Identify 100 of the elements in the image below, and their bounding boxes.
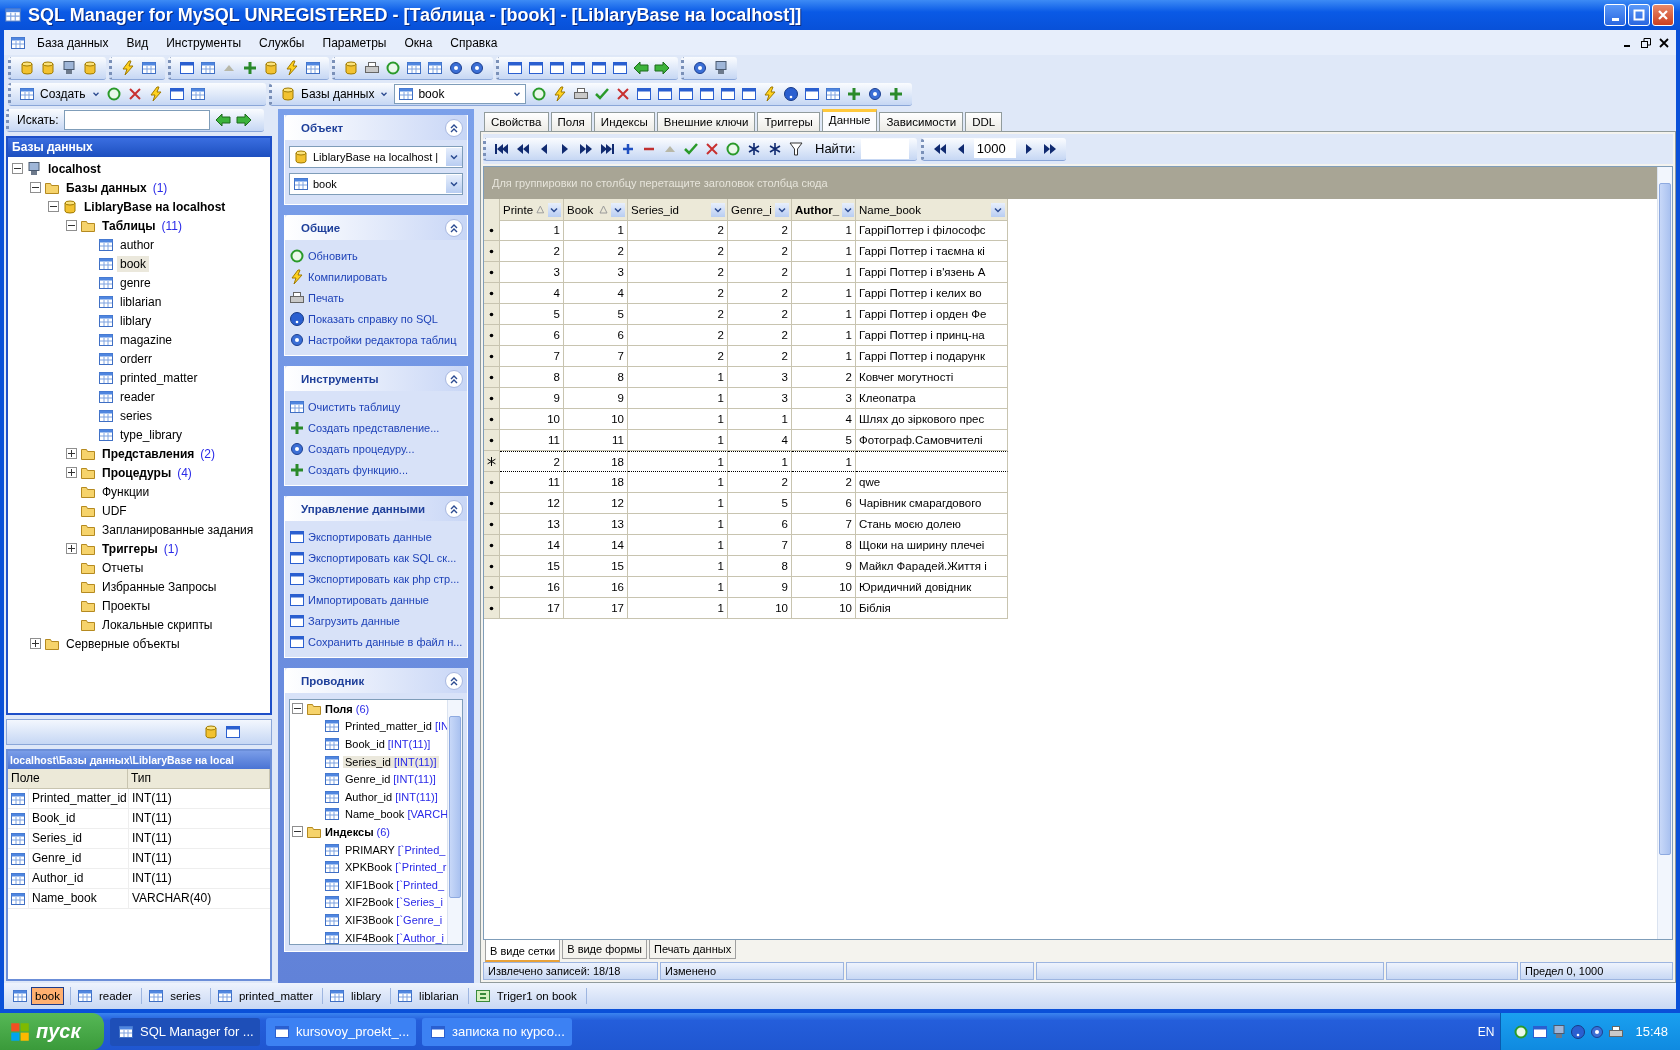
tree-item[interactable]: liblarian [117,293,165,310]
close-button[interactable] [1652,4,1674,26]
printer-icon[interactable] [573,85,590,102]
tab[interactable]: Свойства [484,112,549,131]
tab[interactable]: DDL [965,112,1003,131]
tree-item[interactable]: Представления [99,445,198,462]
tree-item[interactable]: Book_id [INT(11)] [343,738,433,750]
nav-link[interactable]: Экспортировать как SQL ск... [308,551,457,564]
tab[interactable]: В виде сетки [485,940,561,962]
window-tab[interactable]: liblary [348,988,385,1004]
column-header[interactable]: Тип [128,769,270,789]
taskbar-button[interactable]: записка по курсо... [422,1017,572,1046]
expand-toggle[interactable] [30,182,41,193]
tree-item[interactable]: magazine [117,331,176,348]
column-header[interactable]: Name_book [856,199,1008,221]
cross-icon[interactable] [126,85,143,102]
row-indicator[interactable] [484,514,500,535]
window-icon[interactable] [570,59,586,76]
window-icon[interactable] [1532,1023,1549,1040]
tree-item[interactable]: Проекты [99,597,154,614]
tree-item[interactable]: series [117,407,155,424]
column-header[interactable]: Поле [8,769,128,789]
minimize-button[interactable] [1604,4,1626,26]
row-indicator[interactable] [484,493,500,514]
window-tab[interactable]: book [31,987,64,1005]
scrollbar[interactable] [447,700,462,944]
row-indicator[interactable] [484,577,500,598]
tree-item[interactable]: XIF3Book [`Genre_i [343,913,445,926]
computer-icon[interactable] [1551,1023,1568,1040]
nav-link[interactable]: Создать представление... [308,421,440,434]
tree-item[interactable]: Локальные скрипты [99,616,216,633]
window-tab[interactable]: liblarian [416,988,462,1004]
menu-item[interactable]: Справка [443,33,505,52]
row-indicator[interactable] [484,304,500,325]
expand-toggle[interactable] [66,467,77,478]
menu-item[interactable]: Службы [252,33,312,52]
printer-icon[interactable] [364,59,380,76]
column-header[interactable]: Series_id [628,199,728,221]
tree-item[interactable]: Процедуры [99,464,175,481]
nav-link[interactable]: Сохранить данные в файл н... [308,635,463,648]
tree-item[interactable]: Серверные объекты [63,635,183,652]
window-icon[interactable] [507,59,523,76]
tree-item[interactable]: Запланированные задания [99,521,257,538]
tree-item[interactable]: UDF [99,502,130,519]
plus-icon[interactable] [888,85,905,102]
plus-icon[interactable] [242,59,258,76]
menu-item[interactable]: Параметры [315,33,394,52]
nav-link[interactable]: Настройки редактора таблиц [308,333,457,346]
table-icon[interactable] [141,59,157,76]
nav-link[interactable]: Показать справку по SQL [308,312,438,325]
table-icon[interactable] [427,59,443,76]
row-indicator[interactable] [484,325,500,346]
expand-toggle[interactable] [12,163,23,174]
right-arrow-icon[interactable] [654,59,670,76]
tab[interactable]: Индексы [593,112,655,131]
asterisk-icon[interactable] [746,140,762,157]
database-icon[interactable] [343,59,359,76]
menu-item[interactable]: Вид [119,33,156,52]
expand-toggle[interactable] [66,220,77,231]
nav-link[interactable]: Создать функцию... [308,463,409,476]
window-icon[interactable] [804,85,821,102]
window-tab[interactable]: series [167,988,204,1004]
table-icon[interactable] [305,59,321,76]
expand-toggle[interactable] [292,826,303,838]
window-icon[interactable] [741,85,758,102]
tree-item[interactable]: printed_matter [117,369,201,386]
left-arrow-icon[interactable] [633,59,649,76]
tree-item[interactable]: Name_book [VARCH [343,808,447,821]
row-indicator[interactable] [484,472,500,493]
window-icon[interactable] [699,85,716,102]
expand-toggle[interactable] [66,448,77,459]
nav-link[interactable]: Обновить [308,249,358,262]
collapse-button[interactable] [445,499,463,518]
taskbar-button[interactable]: kursovoy_proekt_... [266,1017,416,1046]
row-indicator[interactable] [484,241,500,262]
nav-link[interactable]: Печать [308,291,345,304]
window-icon[interactable] [168,85,185,102]
tree-item[interactable]: Поля [325,702,353,715]
database-icon[interactable] [19,59,35,76]
tree-item[interactable]: Отчеты [99,559,147,576]
row-indicator[interactable] [484,367,500,388]
column-header[interactable]: Genre_i [728,199,792,221]
row-indicator[interactable] [484,346,500,367]
menu-item[interactable]: Инструменты [159,33,249,52]
window-icon[interactable] [225,724,241,740]
nav-link[interactable]: Загрузить данные [308,614,400,627]
right-arrow-icon[interactable] [235,112,252,128]
tree-item[interactable]: Триггеры [99,540,161,557]
tree-item[interactable]: orderr [117,350,155,367]
limit-field[interactable]: 1000 [973,139,1016,158]
nav-link[interactable]: Компилировать [308,270,388,283]
plus-icon[interactable] [846,85,863,102]
window-icon[interactable] [720,85,737,102]
tree-item[interactable]: Избранные Запросы [99,578,220,595]
row-indicator[interactable] [484,283,500,304]
tree-item[interactable]: Таблицы [99,217,159,234]
window-icon[interactable] [678,85,695,102]
tree-item[interactable]: XPKBook [`Printed_r [343,861,447,874]
tab[interactable]: В виде формы [562,940,647,959]
expand-toggle[interactable] [48,201,59,212]
